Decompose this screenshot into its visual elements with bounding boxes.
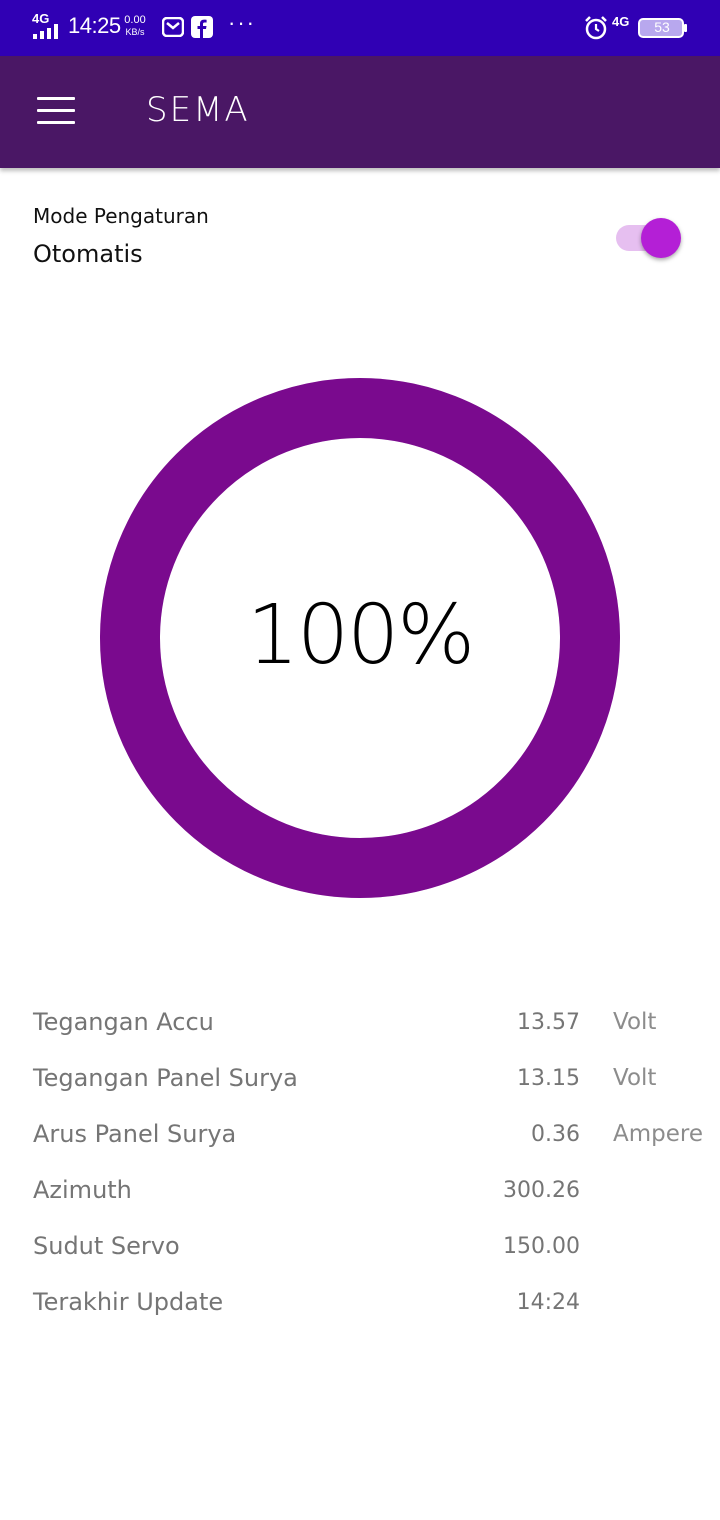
battery-level: 53 xyxy=(654,19,670,35)
reading-value: 0.36 xyxy=(531,1122,580,1147)
mode-toggle[interactable] xyxy=(614,218,684,258)
network-type-right: 4G xyxy=(612,14,630,29)
reading-label: Arus Panel Surya xyxy=(33,1120,237,1148)
menu-icon[interactable] xyxy=(37,97,75,125)
reading-unit: Ampere xyxy=(613,1121,703,1147)
reading-value: 13.57 xyxy=(517,1010,580,1035)
signal-icon: 4G xyxy=(32,11,62,40)
facebook-icon xyxy=(191,16,213,38)
reading-row-azimuth: Azimuth 300.26 xyxy=(0,1168,720,1216)
mode-label: Mode Pengaturan xyxy=(33,204,209,228)
network-speed-unit: KB/s xyxy=(125,27,145,37)
reading-row-arus-panel-surya: Arus Panel Surya 0.36 Ampere xyxy=(0,1112,720,1160)
reading-row-tegangan-accu: Tegangan Accu 13.57 Volt xyxy=(0,1000,720,1048)
toggle-thumb xyxy=(641,218,681,258)
reading-value: 14:24 xyxy=(516,1290,580,1315)
network-speed-value: 0.00 xyxy=(124,14,146,26)
gauge-percentage: 100% xyxy=(246,588,475,683)
reading-value: 13.15 xyxy=(517,1066,580,1091)
reading-row-tegangan-panel-surya: Tegangan Panel Surya 13.15 Volt xyxy=(0,1056,720,1104)
reading-unit: Volt xyxy=(613,1009,657,1035)
mode-value: Otomatis xyxy=(33,240,143,268)
more-notifications-icon: ··· xyxy=(228,10,256,35)
mail-icon xyxy=(161,16,185,38)
reading-label: Azimuth xyxy=(33,1176,132,1204)
reading-value: 300.26 xyxy=(503,1178,580,1203)
reading-label: Terakhir Update xyxy=(33,1288,224,1316)
status-time: 14:25 xyxy=(68,13,121,38)
network-speed: 0.00 KB/s xyxy=(122,14,148,38)
reading-unit: Volt xyxy=(613,1065,657,1091)
reading-label: Tegangan Accu xyxy=(33,1008,214,1036)
reading-row-terakhir-update: Terakhir Update 14:24 xyxy=(0,1280,720,1328)
reading-label: Sudut Servo xyxy=(33,1232,180,1260)
reading-row-sudut-servo: Sudut Servo 150.00 xyxy=(0,1224,720,1272)
reading-label: Tegangan Panel Surya xyxy=(33,1064,298,1092)
status-bar: 4G 14:25 0.00 KB/s ··· 4G 53 xyxy=(0,0,720,56)
app-title: SEMA xyxy=(146,90,250,130)
app-bar: SEMA xyxy=(0,56,720,168)
reading-value: 150.00 xyxy=(503,1234,580,1259)
alarm-icon xyxy=(583,15,609,41)
